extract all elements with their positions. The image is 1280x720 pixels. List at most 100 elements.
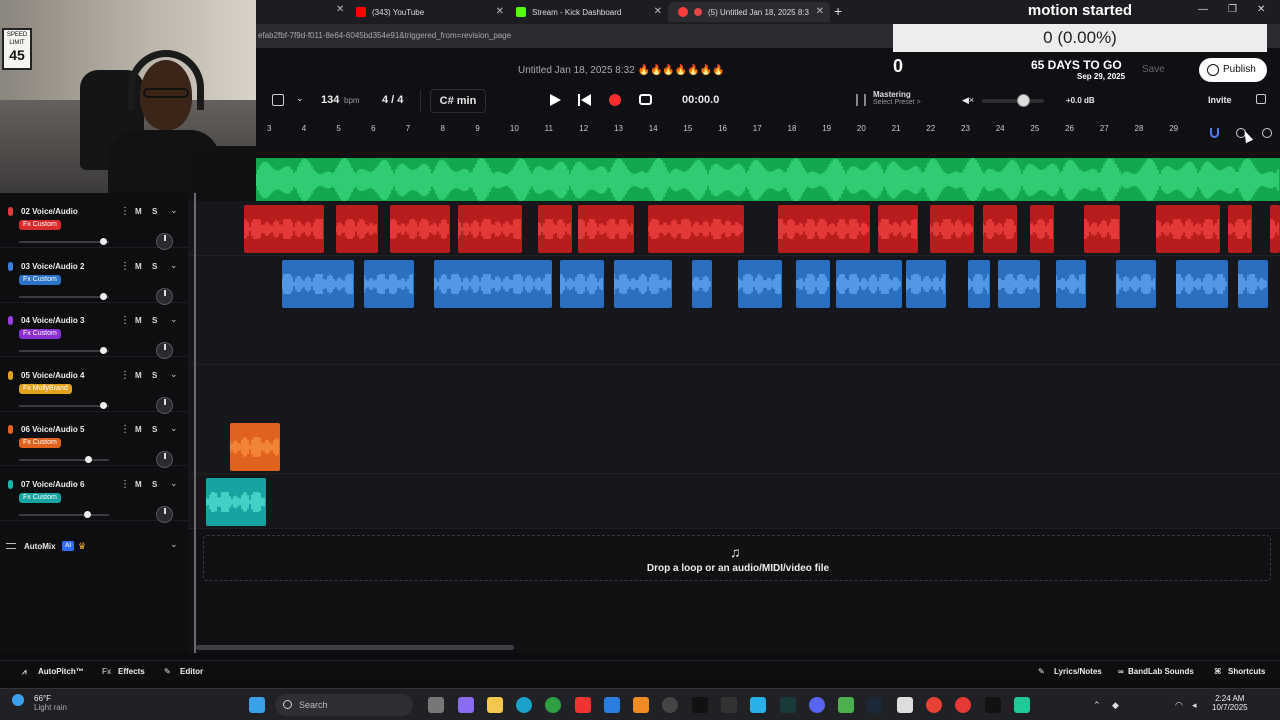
track-lane[interactable]	[188, 474, 1280, 529]
track-header[interactable]: 05 Voice/Audio 4 Fx MollyBrand ⋮ M S ⌄	[0, 357, 188, 414]
audio-clip[interactable]	[1030, 205, 1054, 253]
copilot-icon[interactable]	[458, 697, 474, 713]
chevron-down-icon[interactable]: ⌄	[170, 539, 178, 550]
audio-clip[interactable]	[738, 259, 782, 308]
loop-icon[interactable]	[639, 94, 652, 105]
chevron-down-icon[interactable]: ⌄	[170, 205, 178, 216]
more-options-icon[interactable]: ⋮	[120, 479, 130, 490]
tray-app-icon[interactable]: ◆	[1112, 700, 1119, 711]
track-name[interactable]: 07 Voice/Audio 6	[21, 480, 84, 489]
track-name[interactable]: 02 Voice/Audio	[21, 207, 78, 216]
chevron-down-icon[interactable]: ⌄	[170, 260, 178, 271]
app-icon[interactable]	[750, 697, 766, 713]
windows-start-icon[interactable]	[249, 697, 265, 713]
drop-zone[interactable]: ♫ Drop a loop or an audio/MIDI/video fil…	[203, 535, 1271, 581]
horizontal-scrollbar[interactable]	[196, 645, 514, 650]
notepad-icon[interactable]	[897, 697, 913, 713]
mute-button[interactable]: M	[135, 371, 142, 380]
fx-badge[interactable]: Fx Custom	[19, 274, 61, 285]
audio-clip[interactable]	[244, 205, 324, 253]
fx-badge[interactable]: Fx MollyBrand	[19, 383, 72, 394]
tab-close-icon[interactable]: ✕	[496, 6, 504, 17]
more-options-icon[interactable]: ⋮	[120, 206, 130, 217]
new-tab-icon[interactable]: +	[834, 3, 842, 19]
mute-button[interactable]: M	[135, 480, 142, 489]
audio-clip[interactable]	[1056, 259, 1086, 308]
track-name[interactable]: 06 Voice/Audio 5	[21, 425, 84, 434]
chevron-down-icon[interactable]: ⌄	[170, 314, 178, 325]
tab-kick[interactable]: Stream - Kick Dashboard ✕	[506, 2, 668, 22]
track-lane[interactable]	[188, 310, 1280, 366]
tab-close-icon[interactable]: ✕	[816, 6, 824, 17]
speaker-mute-icon[interactable]: ◀×	[962, 95, 974, 105]
app-icon[interactable]	[1014, 697, 1030, 713]
fader-knob[interactable]	[99, 401, 107, 409]
audio-clip[interactable]	[968, 259, 990, 308]
audio-clip[interactable]	[538, 205, 572, 253]
mastering-button[interactable]: Mastering Select Preset >	[873, 90, 921, 106]
audio-clip[interactable]	[282, 259, 354, 308]
effects-button[interactable]: Effects	[118, 667, 145, 676]
fader-knob[interactable]	[84, 511, 92, 518]
chevron-down-icon[interactable]: ⌄	[296, 93, 304, 104]
mute-button[interactable]: M	[135, 425, 142, 434]
audio-clip[interactable]	[1270, 205, 1280, 253]
time-signature[interactable]: 4 / 4	[382, 94, 403, 106]
audio-clip[interactable]	[778, 205, 870, 253]
record-icon[interactable]	[609, 94, 621, 106]
tray-chevron-icon[interactable]: ⌃	[1093, 700, 1101, 711]
volume-knob[interactable]	[1017, 94, 1030, 107]
weather-widget[interactable]: 66°F Light rain	[34, 694, 67, 712]
audio-clip[interactable]	[836, 259, 902, 308]
zoom-in-icon[interactable]	[1262, 128, 1272, 138]
volume-fader[interactable]	[19, 404, 109, 407]
track-name[interactable]: 04 Voice/Audio 3	[21, 316, 84, 325]
fx-badge[interactable]: Fx Custom	[19, 493, 61, 503]
discord-icon[interactable]	[809, 697, 825, 713]
audio-clip[interactable]	[1156, 205, 1220, 253]
project-title[interactable]: Untitled Jan 18, 2025 8:32 🔥🔥🔥🔥🔥🔥🔥	[518, 65, 725, 76]
bpm-value[interactable]: 134	[321, 94, 339, 106]
app-icon[interactable]	[721, 697, 737, 713]
audio-clip[interactable]	[1176, 259, 1228, 308]
more-options-icon[interactable]: ⋮	[120, 370, 130, 381]
task-view-icon[interactable]	[428, 697, 444, 713]
taskbar-search[interactable]: Search	[275, 694, 413, 716]
track-header[interactable]: 02 Voice/Audio Fx Custom ⋮ M S ⌄	[0, 193, 188, 250]
audio-clip[interactable]	[648, 205, 744, 253]
audio-clip[interactable]	[1228, 205, 1252, 253]
track-lane[interactable]	[188, 419, 1280, 475]
mute-button[interactable]: M	[135, 316, 142, 325]
audio-clip[interactable]	[930, 205, 974, 253]
volume-fader[interactable]	[19, 241, 109, 243]
volume-fader[interactable]	[19, 295, 109, 298]
chevron-down-icon[interactable]: ⌄	[170, 423, 178, 434]
master-volume-slider[interactable]	[982, 99, 1044, 103]
fx-badge[interactable]: Fx Custom	[19, 438, 61, 449]
audio-clip[interactable]	[578, 205, 634, 253]
audio-clip[interactable]	[983, 205, 1017, 253]
mute-button[interactable]: M	[135, 262, 142, 271]
automix-row[interactable]: AutoMix AI ♛ ⌄	[0, 539, 188, 553]
audio-clip[interactable]	[1116, 259, 1156, 308]
track-name[interactable]: 03 Voice/Audio 2	[21, 262, 84, 271]
audio-clip[interactable]	[614, 259, 672, 308]
chevron-down-icon[interactable]: ⌄	[170, 478, 178, 489]
system-clock[interactable]: 2:24 AM 10/7/2025	[1212, 694, 1248, 712]
audio-clip[interactable]	[434, 259, 552, 308]
track-lane[interactable]	[188, 201, 1280, 256]
steam-icon[interactable]	[867, 697, 883, 713]
track-header[interactable]: 04 Voice/Audio 3 Fx Custom ⋮ M S ⌄	[0, 302, 188, 360]
app-icon[interactable]	[838, 697, 854, 713]
tab-bandlab[interactable]: (5) Untitled Jan 18, 2025 8:3 ✕	[668, 2, 830, 22]
solo-button[interactable]: S	[152, 262, 157, 271]
app-icon[interactable]	[780, 697, 796, 713]
wifi-icon[interactable]: ◠	[1175, 700, 1183, 711]
tab-youtube[interactable]: (343) YouTube ✕	[346, 2, 510, 22]
playhead[interactable]	[194, 193, 196, 653]
solo-button[interactable]: S	[152, 207, 157, 216]
audio-clip[interactable]	[878, 205, 918, 253]
more-options-icon[interactable]: ⋮	[120, 261, 130, 272]
snap-magnet-icon[interactable]	[1210, 128, 1219, 138]
track-name[interactable]: 05 Voice/Audio 4	[21, 371, 84, 380]
